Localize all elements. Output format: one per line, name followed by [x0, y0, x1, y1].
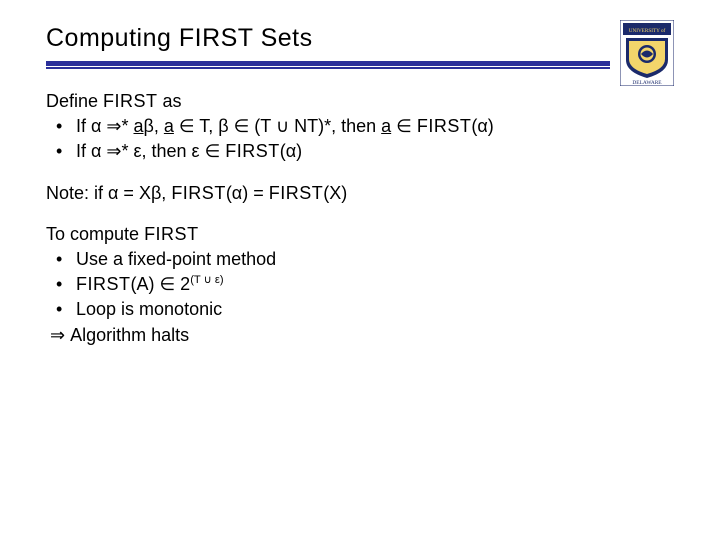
logo-bottom-text: DELAWARE — [632, 80, 662, 86]
underline-a: a — [381, 116, 391, 136]
title-block: Computing FIRST Sets — [46, 24, 610, 89]
slide-title: Computing FIRST Sets — [46, 24, 610, 53]
text: (α) — [471, 116, 493, 136]
content: Define FIRST as If α ⇒* aβ, a ∈ T, β ∈ (… — [46, 89, 674, 348]
note-block: Note: if α = Xβ, FIRST(α) = FIRST(X) — [46, 181, 674, 206]
compute-heading-pre: To compute — [46, 224, 144, 244]
underline-a: a — [164, 116, 174, 136]
title-pre: Computing — [46, 24, 179, 52]
list-item: If α ⇒* ε, then ε ∈ FIRST(α) — [52, 139, 674, 164]
text: Loop is monotonic — [76, 299, 222, 319]
define-bullets: If α ⇒* aβ, a ∈ T, β ∈ (T ∪ NT)*, then a… — [46, 114, 674, 164]
define-heading-post: as — [158, 91, 182, 111]
first-tt: FIRST — [225, 141, 280, 161]
underline-a: a — [134, 116, 144, 136]
first-tt: FIRST — [269, 183, 324, 203]
text: β, — [144, 116, 164, 136]
superscript: (T ∪ ε) — [190, 274, 223, 286]
define-heading: Define FIRST as — [46, 89, 674, 114]
slide: Computing FIRST Sets UNIVERSITY of DELAW… — [0, 0, 720, 348]
note-text: Note: if α = Xβ, — [46, 183, 171, 203]
first-tt: FIRST — [417, 116, 472, 136]
text: If α ⇒* ε, then ε ∈ — [76, 141, 225, 161]
text: (A) ∈ 2 — [131, 274, 191, 294]
list-item: FIRST(A) ∈ 2(T ∪ ε) — [52, 272, 674, 297]
list-item: Use a fixed-point method — [52, 247, 674, 272]
text: Algorithm halts — [70, 325, 189, 345]
note-text: (α) = — [226, 183, 269, 203]
first-tt: FIRST — [76, 274, 131, 294]
logo-top-text: UNIVERSITY of — [629, 27, 666, 34]
compute-block: To compute FIRST Use a fixed-point metho… — [46, 222, 674, 348]
text: Use a fixed-point method — [76, 249, 276, 269]
text: If α ⇒* — [76, 116, 134, 136]
compute-heading-tt: FIRST — [144, 224, 199, 244]
text: ∈ — [391, 116, 417, 136]
title-underline — [46, 61, 610, 71]
note-text: (X) — [323, 183, 347, 203]
compute-bullets: Use a fixed-point method FIRST(A) ∈ 2(T … — [46, 247, 674, 323]
implies-line: ⇒ Algorithm halts — [46, 323, 674, 348]
text: (α) — [280, 141, 302, 161]
shield-icon: UNIVERSITY of DELAWARE — [620, 20, 674, 86]
first-tt: FIRST — [171, 183, 226, 203]
define-block: Define FIRST as If α ⇒* aβ, a ∈ T, β ∈ (… — [46, 89, 674, 165]
title-row: Computing FIRST Sets UNIVERSITY of DELAW… — [46, 24, 674, 89]
compute-heading: To compute FIRST — [46, 222, 674, 247]
text: ∈ T, β ∈ (T ∪ NT)*, then — [174, 116, 381, 136]
list-item: Loop is monotonic — [52, 297, 674, 322]
list-item: If α ⇒* aβ, a ∈ T, β ∈ (T ∪ NT)*, then a… — [52, 114, 674, 139]
university-logo: UNIVERSITY of DELAWARE — [620, 20, 674, 86]
define-heading-tt: FIRST — [103, 91, 158, 111]
define-heading-pre: Define — [46, 91, 103, 111]
title-tt: FIRST — [179, 24, 253, 52]
title-post: Sets — [253, 24, 312, 52]
implies-icon: ⇒ — [50, 325, 70, 345]
